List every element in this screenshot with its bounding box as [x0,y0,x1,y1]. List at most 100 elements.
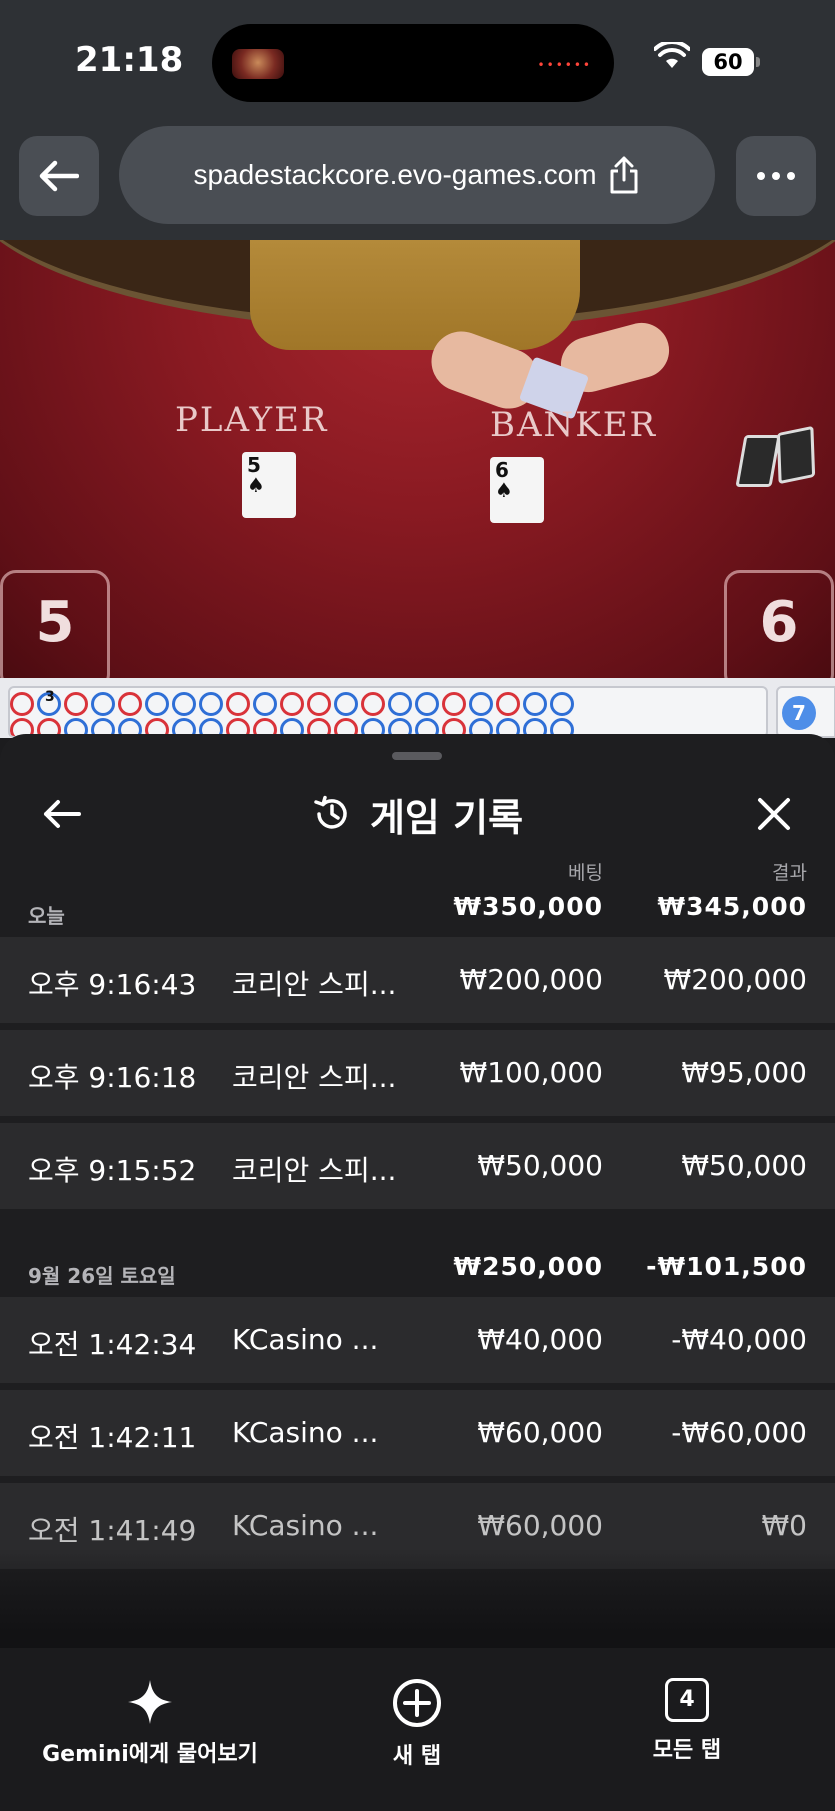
history-row[interactable]: 오후 9:16:18 코리안 스피... ₩100,000 ₩95,000 [0,1030,835,1116]
group-bet-total: ₩250,000 [453,1252,603,1281]
history-row[interactable]: 오후 9:16:43 코리안 스피... ₩200,000 ₩200,000 [0,937,835,1023]
row-game: KCasino ... [232,1323,379,1356]
game-history-sheet: 게임 기록 베팅 결과 오늘 ₩350,000 ₩345,000 오후 9:16… [0,734,835,1654]
roadmap-row [10,692,574,716]
group-date: 9월 26일 토요일 [28,1264,176,1288]
roadmap-bead [10,692,34,716]
browser-bottom-bar: Gemini에게 물어보기 새 탭 4 모든 탭 [0,1648,835,1811]
roadmap-bead [91,692,115,716]
tab-count-icon: 4 [665,1678,709,1722]
row-time: 오전 1:42:11 [28,1421,197,1454]
banker-score: 6 [724,570,834,678]
row-bet: ₩40,000 [477,1323,603,1356]
row-result: -₩40,000 [671,1323,807,1356]
row-result: ₩0 [761,1509,808,1542]
roadmap-bead [469,692,493,716]
all-tabs-button[interactable]: 4 모든 탭 [627,1678,747,1764]
player-label: PLAYER [175,400,329,440]
row-time: 오후 9:16:18 [28,1061,197,1094]
battery-icon: 60 [702,48,760,76]
row-result: -₩60,000 [671,1416,807,1449]
roadmap-bead [172,692,196,716]
roadmap-bead [334,692,358,716]
url-bar[interactable]: spadestackcore.evo-games.com [119,126,715,224]
ask-gemini-button[interactable]: Gemini에게 물어보기 [40,1678,260,1768]
roadmap-bead [388,692,412,716]
browser-toolbar: spadestackcore.evo-games.com [0,120,835,240]
spade-icon: ♠ [247,473,265,497]
roadmap-side: 7 [776,686,835,738]
row-result: ₩95,000 [681,1056,807,1089]
row-result: ₩200,000 [663,963,807,996]
share-icon[interactable] [607,155,641,195]
column-header-result: 결과 [772,862,807,884]
roadmap-bead [199,692,223,716]
close-button[interactable] [752,792,796,836]
more-dots-icon [757,172,765,180]
spade-icon: ♠ [495,478,513,502]
group-bet-total: ₩350,000 [453,892,603,921]
row-game: 코리안 스피... [232,1154,397,1187]
row-bet: ₩100,000 [459,1056,603,1089]
roadmap-grid: 3 [8,686,768,738]
history-row[interactable]: 오전 1:42:34 KCasino ... ₩40,000 -₩40,000 [0,1297,835,1383]
status-time: 21:18 [75,40,184,80]
row-time: 오후 9:16:43 [28,968,197,1001]
sheet-title-group: 게임 기록 [0,774,835,854]
row-result: ₩50,000 [681,1149,807,1182]
roadmap-bead [280,692,304,716]
roadmap-bead [253,692,277,716]
sheet-header: 게임 기록 [0,774,835,854]
history-row[interactable]: 오전 1:42:11 KCasino ... ₩60,000 -₩60,000 [0,1390,835,1476]
ask-gemini-label: Gemini에게 물어보기 [42,1742,258,1767]
history-icon [314,795,347,829]
column-header-bet: 베팅 [568,862,603,884]
roadmap-bead [415,692,439,716]
card-shoe [735,425,816,495]
plus-circle-icon [393,1679,441,1727]
arrow-left-icon [44,800,81,828]
history-group-header: 오늘 ₩350,000 ₩345,000 [0,884,835,934]
banker-card: 6 ♠ [490,457,544,523]
sheet-grabber[interactable] [392,752,442,760]
roadmap-bead [145,692,169,716]
row-time: 오후 9:15:52 [28,1154,197,1187]
row-game: KCasino ... [232,1509,379,1542]
more-menu-button[interactable] [736,136,816,216]
history-group-header: 9월 26일 토요일 ₩250,000 -₩101,500 [0,1244,835,1294]
sparkle-icon [128,1680,172,1724]
roadmap-bead [550,692,574,716]
browser-back-button[interactable] [19,136,99,216]
row-bet: ₩60,000 [477,1509,603,1542]
sheet-title: 게임 기록 [369,795,524,840]
bead-roadmap[interactable]: 3 7 [0,678,835,738]
audio-waveform-icon: •••••• [537,58,592,72]
history-row[interactable]: 오후 9:15:52 코리안 스피... ₩50,000 ₩50,000 [0,1123,835,1209]
row-bet: ₩50,000 [477,1149,603,1182]
live-game-video[interactable]: PLAYER BANKER 5 ♠ 6 ♠ 5 6 [0,240,835,678]
banker-label: BANKER [490,405,658,445]
row-bet: ₩60,000 [477,1416,603,1449]
wifi-icon [654,42,690,68]
roadmap-bead [64,692,88,716]
scroll-fade [0,1549,835,1654]
close-icon [758,798,790,830]
dynamic-island[interactable]: •••••• [212,24,614,102]
roadmap-bead [361,692,385,716]
row-time: 오전 1:42:34 [28,1328,197,1361]
roadmap-bead [226,692,250,716]
group-result-total: ₩345,000 [657,892,807,921]
roadmap-bead [496,692,520,716]
group-date: 오늘 [28,904,65,928]
row-game: 코리안 스피... [232,1061,397,1094]
roadmap-bead [307,692,331,716]
status-bar: 21:18 •••••• 60 [0,0,835,120]
row-game: 코리안 스피... [232,968,397,1001]
player-score: 5 [0,570,110,678]
new-tab-label: 새 탭 [392,1744,442,1769]
arrow-left-icon [39,160,79,192]
sheet-back-button[interactable] [40,792,84,836]
player-card: 5 ♠ [242,452,296,518]
row-time: 오전 1:41:49 [28,1514,197,1547]
new-tab-button[interactable]: 새 탭 [357,1678,477,1770]
